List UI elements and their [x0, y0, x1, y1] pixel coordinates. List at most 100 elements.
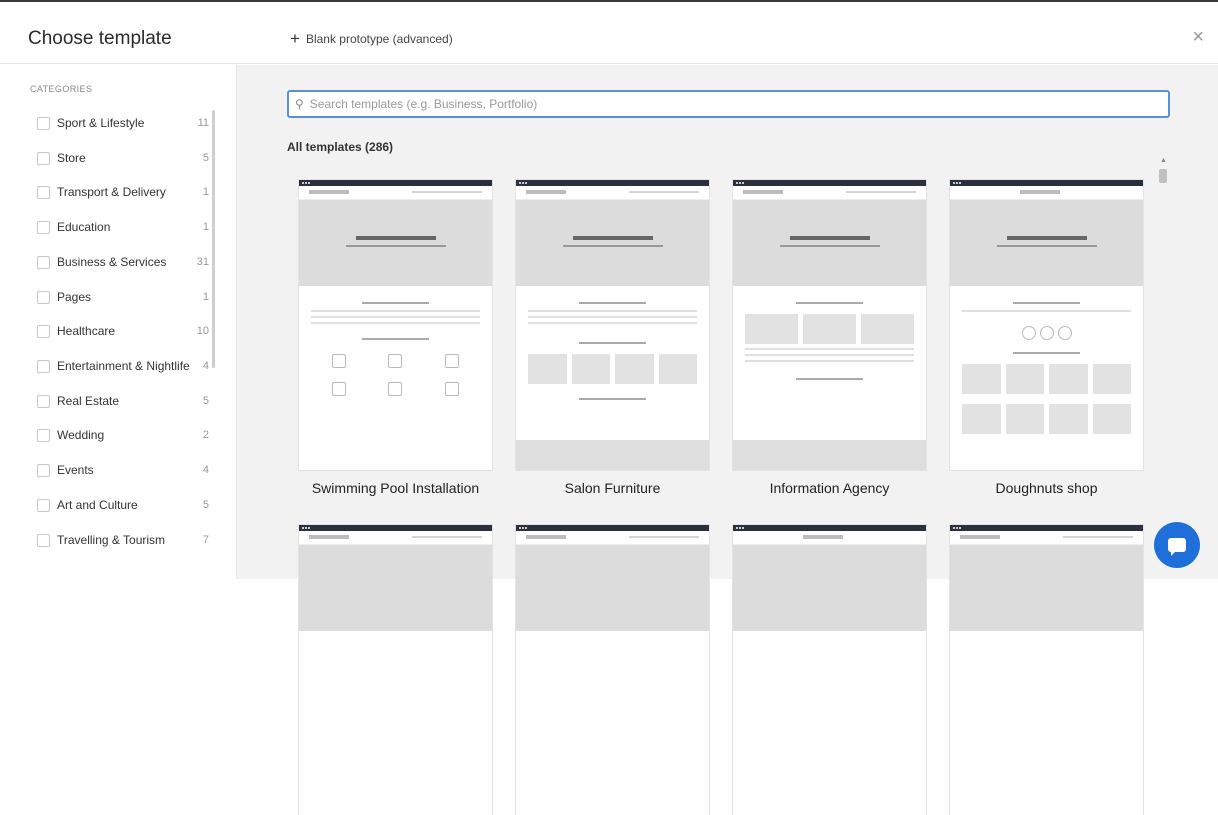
category-item[interactable]: Wedding 2: [37, 425, 209, 445]
checkbox[interactable]: [37, 290, 50, 304]
checkbox[interactable]: [37, 220, 50, 234]
preview-hero: [299, 200, 492, 286]
preview-body: [516, 286, 709, 416]
category-count: 5: [202, 152, 209, 164]
category-item[interactable]: Pages 1: [37, 287, 209, 307]
dialog-title: Choose template: [28, 28, 172, 49]
checkbox[interactable]: [37, 185, 50, 199]
template-name[interactable]: Information Agency: [733, 480, 926, 496]
template-card[interactable]: [516, 525, 709, 815]
checkbox[interactable]: [37, 116, 50, 130]
search-input[interactable]: [309, 97, 1168, 111]
checkbox[interactable]: [37, 394, 50, 408]
search-icon: ⚲: [295, 97, 304, 111]
preview-hero: [299, 545, 492, 631]
category-item[interactable]: Transport & Delivery 1: [37, 182, 209, 202]
category-item[interactable]: Business & Services 31: [37, 252, 209, 272]
category-count: 11: [197, 117, 209, 129]
scroll-thumb[interactable]: [1159, 169, 1167, 183]
chat-icon: [1168, 538, 1186, 556]
template-card[interactable]: [299, 180, 492, 470]
checkbox[interactable]: [37, 498, 50, 512]
preview-nav: [950, 531, 1143, 545]
checkbox[interactable]: [37, 533, 50, 547]
checkbox[interactable]: [37, 324, 50, 338]
category-label: Education: [57, 220, 111, 234]
category-label: Wedding: [57, 428, 105, 442]
category-item[interactable]: Art and Culture 5: [37, 495, 209, 515]
category-item[interactable]: Healthcare 10: [37, 321, 209, 341]
preview-nav: [299, 531, 492, 545]
category-count: 1: [202, 291, 209, 303]
template-name[interactable]: Swimming Pool Installation: [299, 480, 492, 496]
category-label: Business & Services: [57, 255, 167, 269]
preview-hero: [516, 200, 709, 286]
category-label: Transport & Delivery: [57, 185, 166, 199]
category-label: Art and Culture: [57, 498, 138, 512]
preview-body: [299, 286, 492, 406]
category-count: 1: [202, 186, 209, 198]
dialog-header: Choose template + Blank prototype (advan…: [0, 2, 1218, 64]
category-count: 4: [202, 464, 209, 476]
category-count: 4: [202, 360, 209, 372]
category-count: 5: [202, 395, 209, 407]
template-card[interactable]: [299, 525, 492, 815]
category-item[interactable]: Sport & Lifestyle 11: [37, 113, 209, 133]
category-label: Store: [57, 151, 86, 165]
preview-hero: [950, 545, 1143, 631]
close-icon[interactable]: ×: [1192, 26, 1204, 49]
category-label: Travelling & Tourism: [57, 533, 166, 547]
preview-footer: [516, 440, 709, 470]
preview-nav: [516, 531, 709, 545]
category-item[interactable]: Entertainment & Nightlife 4: [37, 356, 209, 376]
template-card[interactable]: [950, 525, 1143, 815]
category-count: 10: [196, 325, 209, 337]
checkbox[interactable]: [37, 151, 50, 165]
template-name[interactable]: Doughnuts shop: [950, 480, 1143, 496]
categories-heading: CATEGORIES: [30, 84, 93, 94]
preview-body: [733, 286, 926, 396]
category-count: 2: [202, 429, 209, 441]
preview-nav: [516, 186, 709, 200]
template-card[interactable]: [733, 525, 926, 815]
category-count: 5: [202, 499, 209, 511]
category-count: 7: [202, 534, 209, 546]
category-count: 1: [202, 221, 209, 233]
category-item[interactable]: Events 4: [37, 460, 209, 480]
checkbox[interactable]: [37, 428, 50, 442]
template-name[interactable]: Salon Furniture: [516, 480, 709, 496]
templates-scrollbar[interactable]: ▲: [1157, 157, 1169, 577]
category-item[interactable]: Real Estate 5: [37, 391, 209, 411]
category-label: Sport & Lifestyle: [57, 116, 145, 130]
blank-prototype-button[interactable]: + Blank prototype (advanced): [290, 29, 453, 48]
preview-body: [950, 286, 1143, 444]
preview-nav: [299, 186, 492, 200]
preview-hero: [733, 545, 926, 631]
preview-nav: [950, 186, 1143, 200]
template-card[interactable]: [733, 180, 926, 470]
checkbox[interactable]: [37, 255, 50, 269]
preview-hero: [733, 200, 926, 286]
sidebar-scrollbar[interactable]: [212, 110, 215, 368]
category-item[interactable]: Store 5: [37, 148, 209, 168]
checkbox[interactable]: [37, 463, 50, 477]
preview-footer: [733, 440, 926, 470]
template-card[interactable]: [950, 180, 1143, 470]
templates-area: ⚲ All templates (286) ▲: [237, 65, 1218, 815]
checkbox[interactable]: [37, 359, 50, 373]
category-sidebar: CATEGORIES Sport & Lifestyle 11 Store 5 Tr…: [0, 65, 237, 579]
scroll-up-icon[interactable]: ▲: [1160, 157, 1167, 164]
preview-hero: [516, 545, 709, 631]
chat-support-button[interactable]: [1154, 522, 1200, 568]
category-label: Events: [57, 463, 94, 477]
blank-prototype-label: Blank prototype (advanced): [305, 32, 453, 46]
preview-nav: [733, 531, 926, 545]
plus-icon: +: [290, 29, 300, 48]
category-label: Pages: [57, 290, 92, 304]
templates-heading: All templates (286): [287, 140, 394, 154]
category-item[interactable]: Travelling & Tourism 7: [37, 530, 209, 550]
search-bar[interactable]: ⚲: [287, 90, 1170, 118]
template-card[interactable]: [516, 180, 709, 470]
category-item[interactable]: Education 1: [37, 217, 209, 237]
category-label: Healthcare: [57, 324, 116, 338]
